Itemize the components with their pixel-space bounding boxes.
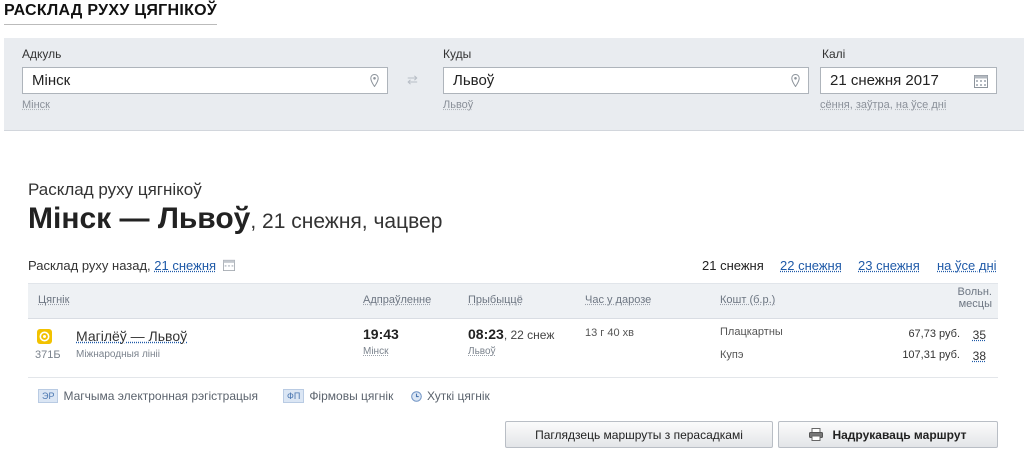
header-duration[interactable]: Час у дарозе [585,294,651,306]
train-category: Міжнародныя лініі [76,349,160,360]
train-icon [37,329,52,344]
print-route-label: Надрукаваць маршрут [832,427,967,442]
legend-fast-train: Хуткі цягнік [411,389,490,403]
map-pin-icon[interactable] [791,74,800,87]
route-title: Мінск — Львоў, 21 снежня, чацвер [28,202,442,236]
return-label: Расклад руху назад, [28,258,151,273]
class-name: Плацкартны [720,326,783,338]
free-seats-link[interactable]: 38 [973,349,986,363]
branded-train-badge: ФП [283,389,305,403]
result-subtitle: Расклад руху цягнікоў [28,180,202,199]
header-train[interactable]: Цягнік [38,294,69,306]
branded-train-label: Фірмовы цягнік [309,389,394,403]
table-header: Цягнік Адпраўленне Прыбыццё Час у дарозе… [28,283,998,319]
return-schedule: Расклад руху назад, 21 снежня [28,258,235,273]
header-departure[interactable]: Адпраўленне [363,294,431,306]
table-row: 371Б Магілёў — Львоў Міжнародныя лініі 1… [28,318,998,376]
date-label: Калі [822,47,846,61]
e-registration-badge: ЭР [38,389,59,403]
arrival-station[interactable]: Львоў [468,346,496,357]
header-arrival[interactable]: Прыбыццё [468,294,523,306]
calendar-icon[interactable] [974,74,988,88]
swap-arrows-icon[interactable]: ⇄ [407,72,418,88]
free-seats-link[interactable]: 35 [973,328,986,342]
route-date: , 21 снежня, чацвер [250,210,443,233]
from-value: Мінск [32,72,71,89]
date-link-all[interactable]: на ўсе дні [937,258,997,273]
train-route-link[interactable]: Магілёў — Львоў [76,328,187,344]
calendar-icon[interactable] [222,259,235,271]
clock-icon [411,390,422,402]
departure-station[interactable]: Мінск [363,346,388,357]
e-registration-label: Магчыма электронная рэгістрацыя [63,389,259,403]
arrival: 08:23, 22 снеж [468,326,554,342]
to-input[interactable]: Львоў [443,67,809,94]
route-name: Мінск — Львоў [28,202,251,235]
header-price[interactable]: Кошт (б.р.) [720,294,775,306]
header-seats: Вольн. месцы [958,286,993,310]
departure-time: 19:43 [363,326,399,342]
to-value: Львоў [453,72,495,89]
view-transfers-label: Паглядзець маршруты з перасадкамі [535,427,743,442]
fast-train-label: Хуткі цягнік [427,389,490,403]
from-label: Адкуль [22,47,62,61]
to-label: Куды [443,47,472,61]
header-seats-line1: Вольн. [957,286,993,298]
date-link-22[interactable]: 22 снежня [780,258,842,273]
train-number: 371Б [35,349,61,361]
date-current: 21 снежня [702,258,764,273]
date-hint-tomorrow[interactable]: заўтра [856,99,890,111]
class-price: 107,31 руб. [902,349,960,361]
arrival-date: , 22 снеж [503,328,555,342]
from-input[interactable]: Мінск [22,67,388,94]
return-date-link[interactable]: 21 снежня [154,258,216,273]
legend-branded-train: ФП Фірмовы цягнік [283,389,393,403]
date-value: 21 снежня 2017 [830,72,939,89]
legend-e-registration: ЭР Магчыма электронная рэгістрацыя [38,389,258,403]
date-quick-links: сёння, заўтра, на ўсе дні [820,99,947,111]
class-price: 67,73 руб. [908,328,960,340]
date-link-23[interactable]: 23 снежня [858,258,920,273]
printer-icon [809,428,824,441]
header-seats-line2: месцы [958,298,992,310]
date-hint-all-days[interactable]: на ўсе дні [896,99,946,111]
date-input[interactable]: 21 снежня 2017 [820,67,997,94]
print-route-button[interactable]: Надрукаваць маршрут [778,421,998,448]
view-transfers-button[interactable]: Паглядзець маршруты з перасадкамі [505,421,773,448]
map-pin-icon[interactable] [370,74,379,87]
class-name: Купэ [720,349,744,361]
row-divider [28,377,998,378]
travel-duration: 13 г 40 хв [585,327,634,339]
date-hint-today[interactable]: сёння [820,99,850,111]
arrival-time: 08:23 [468,326,504,342]
page-heading: РАСКЛАД РУХУ ЦЯГНІКОЎ [4,2,218,25]
from-hint[interactable]: Мінск [22,99,50,111]
to-hint[interactable]: Львоў [443,99,473,111]
